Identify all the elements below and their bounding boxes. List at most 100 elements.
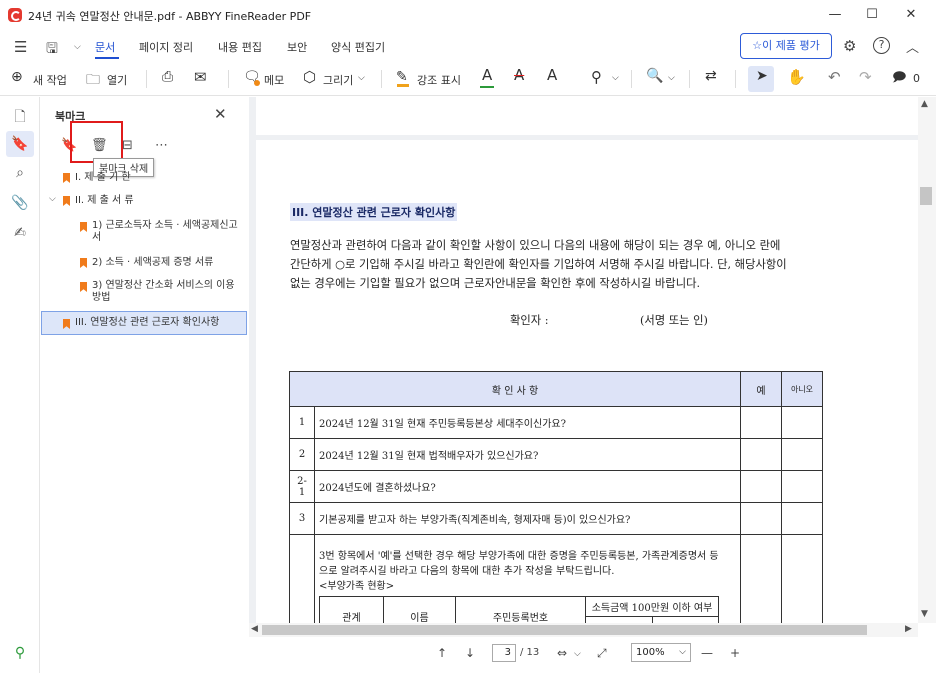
- insert-text-icon[interactable]: A: [547, 66, 557, 84]
- yes-cell[interactable]: [740, 470, 782, 503]
- no-cell[interactable]: [781, 406, 823, 439]
- folder-icon[interactable]: 🗀: [86, 69, 100, 93]
- bookmark-item[interactable]: 2) 소득 · 세액공제 증명 서류: [92, 257, 213, 269]
- inner-header: 소득금액 100만원 이하 여부: [585, 596, 719, 617]
- table-header: 확 인 사 항: [289, 371, 741, 407]
- highlight-label[interactable]: 강조 표시: [417, 72, 461, 88]
- open-label[interactable]: 열기: [107, 72, 127, 88]
- signature-icon[interactable]: ✍: [10, 225, 30, 245]
- collapse-ribbon-icon[interactable]: ︿: [906, 37, 919, 56]
- cursor-icon: ➤: [756, 68, 768, 84]
- underline-text-icon[interactable]: A: [482, 66, 492, 84]
- hand-tool-icon[interactable]: ✋: [787, 68, 806, 86]
- menu-page-organize[interactable]: 페이지 정리: [139, 39, 193, 55]
- bookmark-item[interactable]: 1) 근로소득자 소득 · 세액공제신고서: [92, 220, 242, 244]
- comment-count: 0: [913, 72, 920, 85]
- no-cell[interactable]: [781, 438, 823, 471]
- menu-document[interactable]: 문서: [95, 39, 115, 55]
- no-cell[interactable]: [781, 502, 823, 535]
- yes-cell[interactable]: [740, 502, 782, 535]
- bookmark-item-selected[interactable]: III. 연말정산 관련 근로자 확인사항: [75, 317, 219, 329]
- vertical-scrollbar[interactable]: [918, 97, 936, 623]
- row-number: 2-1: [289, 470, 315, 503]
- highlighter-icon[interactable]: ✎: [396, 69, 408, 85]
- save-icon[interactable]: 🖫: [46, 38, 58, 62]
- bookmark-item[interactable]: I. 제 출 기 한: [75, 172, 131, 184]
- settings-icon[interactable]: ⚙: [843, 37, 856, 55]
- hamburger-icon[interactable]: ☰: [14, 38, 27, 56]
- email-icon[interactable]: ✉: [194, 68, 207, 86]
- new-task-label[interactable]: 새 작업: [33, 72, 67, 88]
- panel-close-icon[interactable]: ✕: [214, 105, 227, 123]
- zoom-in-icon[interactable]: +: [730, 646, 740, 660]
- strikethrough-icon[interactable]: A: [514, 66, 524, 84]
- find-in-page-icon[interactable]: 🔍: [646, 68, 663, 84]
- prev-page-icon[interactable]: ↑: [437, 646, 447, 660]
- close-button[interactable]: ✕: [896, 5, 926, 25]
- row-text: 2024년 12월 31일 현재 주민등록등본상 세대주이신가요?: [314, 406, 741, 439]
- toolbar-divider: [689, 70, 690, 88]
- fit-width-icon[interactable]: ⇔: [557, 646, 567, 660]
- more-options-icon[interactable]: ⋯: [155, 138, 168, 153]
- no-cell[interactable]: [781, 470, 823, 503]
- row-text: 2024년도에 결혼하셨나요?: [314, 470, 741, 503]
- page-previous: [256, 97, 918, 135]
- help-icon[interactable]: ?: [873, 37, 890, 54]
- fit-page-icon[interactable]: ⤢: [597, 646, 607, 661]
- status-check-icon[interactable]: ⚲: [10, 645, 30, 665]
- scroll-left-icon[interactable]: ◀: [251, 624, 258, 634]
- undo-icon[interactable]: ↶: [828, 68, 841, 86]
- next-page-icon[interactable]: ↓: [465, 646, 475, 660]
- bookmark-rail-icon[interactable]: 🔖: [10, 136, 30, 156]
- toolbar-divider: [631, 70, 632, 88]
- scroll-right-icon[interactable]: ▶: [905, 624, 912, 634]
- chevron-down-icon[interactable]: ⌵: [358, 73, 365, 83]
- maximize-button[interactable]: ☐: [857, 5, 887, 25]
- zoom-out-icon[interactable]: —: [701, 646, 713, 660]
- row-number: 2: [289, 438, 315, 471]
- yes-cell[interactable]: [740, 438, 782, 471]
- menu-active-underline: [95, 57, 119, 59]
- page-number-input[interactable]: 3: [492, 644, 516, 662]
- confirmation-table: 확 인 사 항 예 아니오 1 2024년 12월 31일 현재 주민등록등본상…: [289, 371, 823, 655]
- table-header: 예: [740, 371, 782, 407]
- app-logo-icon: [8, 8, 22, 22]
- comments-icon[interactable]: 🗩: [892, 68, 906, 90]
- redo-icon[interactable]: ↷: [859, 68, 872, 86]
- menu-form-editor[interactable]: 양식 편집기: [331, 39, 385, 55]
- table-header: 아니오: [781, 371, 823, 407]
- menu-edit-content[interactable]: 내용 편집: [218, 39, 262, 55]
- minimize-button[interactable]: —: [820, 5, 850, 25]
- vertical-scroll-thumb[interactable]: [920, 187, 932, 205]
- zoom-select[interactable]: 100% ⌵: [631, 643, 691, 662]
- chevron-down-icon[interactable]: ⌵: [668, 73, 675, 83]
- table-row: 1 2024년 12월 31일 현재 주민등록등본상 세대주이신가요?: [289, 406, 823, 439]
- bookmark-item[interactable]: 3) 연말정산 간소화 서비스의 이용방법: [92, 280, 242, 304]
- bookmark-item[interactable]: II. 제 출 서 류: [75, 195, 134, 207]
- zoom-value: 100%: [636, 647, 665, 658]
- rename-bookmark-icon[interactable]: ⊟: [122, 138, 133, 153]
- horizontal-scroll-thumb[interactable]: [262, 625, 867, 635]
- yes-cell[interactable]: [740, 406, 782, 439]
- scroll-down-icon[interactable]: ▼: [921, 609, 928, 619]
- chevron-down-icon[interactable]: ⌵: [74, 42, 81, 52]
- attachment-icon[interactable]: 📎: [10, 195, 30, 215]
- memo-label[interactable]: 메모: [264, 72, 284, 88]
- stamp-icon[interactable]: ⚲: [591, 68, 602, 86]
- menu-security[interactable]: 보안: [287, 39, 307, 55]
- rate-product-button[interactable]: ☆이 제품 평가: [740, 33, 832, 59]
- draw-label[interactable]: 그리기: [323, 72, 353, 88]
- draw-icon[interactable]: ⬡: [303, 68, 316, 86]
- print-icon[interactable]: ⎙: [162, 69, 173, 85]
- scroll-up-icon[interactable]: ▲: [921, 99, 928, 109]
- pages-icon[interactable]: 🗋: [10, 106, 30, 126]
- row-text: 기본공제를 받고자 하는 부양가족(직계존비속, 형제자매 등)이 있으신가요?: [314, 502, 741, 535]
- table-row: 3 기본공제를 받고자 하는 부양가족(직계존비속, 형제자매 등)이 있으신가…: [289, 502, 823, 535]
- chevron-down-icon[interactable]: ⌵: [612, 73, 619, 83]
- page-total: / 13: [520, 647, 540, 658]
- export-icon[interactable]: ⇄: [705, 68, 717, 84]
- chevron-down-icon[interactable]: ⌵: [49, 194, 56, 204]
- search-icon[interactable]: ⌕: [10, 165, 30, 185]
- chevron-down-icon[interactable]: ⌵: [574, 649, 581, 659]
- new-task-icon[interactable]: ⊕: [11, 69, 23, 85]
